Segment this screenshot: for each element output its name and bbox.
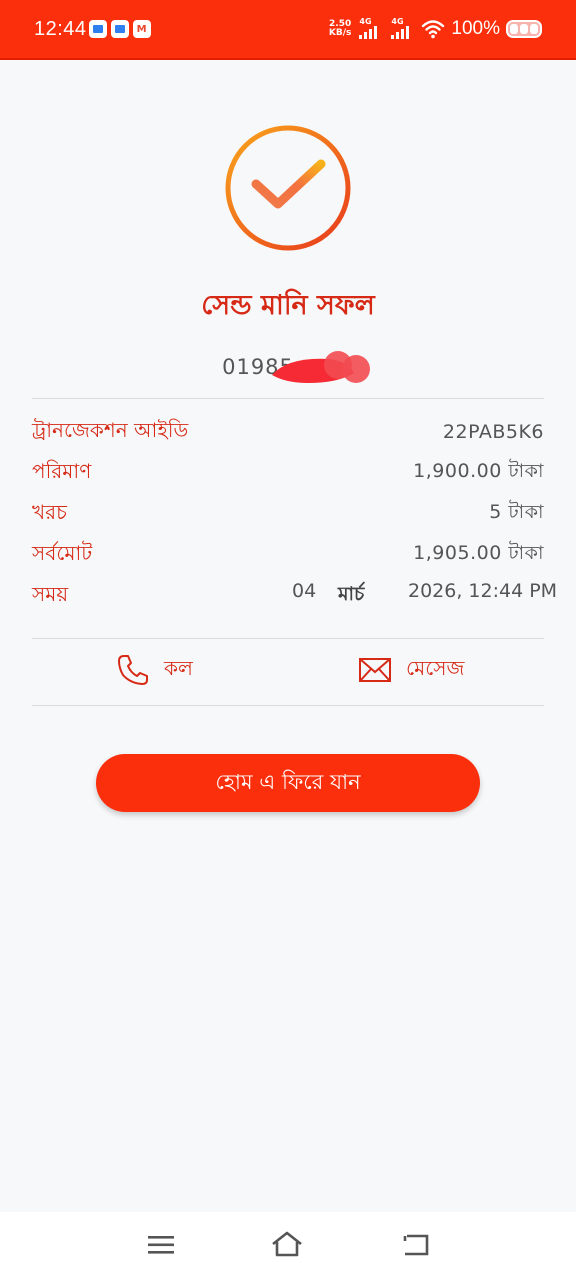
redaction-mark: [272, 351, 370, 383]
transaction-time: 04 মার্চ 2026, 12:44 PM: [292, 580, 576, 612]
message-label: মেসেজ: [406, 655, 465, 680]
envelope-icon: [359, 658, 391, 682]
status-indicators: 2.50 KB/s 4G 4G 100%: [329, 17, 542, 41]
divider: [32, 638, 544, 639]
detail-value: 22PAB5K6: [442, 421, 544, 443]
message-button[interactable]: মেসেজ: [358, 653, 464, 687]
detail-label: খরচ: [32, 499, 67, 524]
detail-label: ট্রানজেকশন আইডি: [32, 417, 189, 442]
phone-icon: [118, 655, 148, 685]
time-month: মার্চ: [338, 583, 365, 605]
wifi-icon: [422, 20, 445, 39]
detail-label: সময়: [32, 581, 69, 606]
system-nav-bar: [0, 1212, 576, 1280]
time-rest: 2026, 12:44 PM: [408, 580, 558, 602]
battery-percent: 100%: [451, 18, 500, 39]
status-bar: 12:44 M 2.50 KB/s 4G 4G 100%: [0, 0, 576, 60]
recipient-number: 01985: [0, 351, 576, 383]
call-button[interactable]: কল: [116, 653, 193, 687]
notification-icons: M: [88, 20, 151, 38]
call-label: কল: [164, 655, 193, 680]
detail-row-time: সময় 04 মার্চ 2026, 12:44 PM: [32, 576, 557, 616]
home-icon[interactable]: [270, 1228, 304, 1262]
message-notification-icon: [110, 20, 129, 38]
sim2-signal-icon: 4G: [389, 17, 415, 41]
battery-icon: [506, 20, 542, 38]
sim1-signal-icon: 4G: [357, 17, 383, 41]
status-time: 12:44: [34, 17, 87, 40]
app-notification-icon: [88, 20, 107, 38]
detail-value: 1,900.00 টাকা: [413, 460, 544, 482]
time-day: 04: [292, 580, 317, 602]
gmail-icon: M: [132, 20, 151, 38]
detail-label: সর্বমোট: [32, 540, 93, 565]
checkmark-circle-icon: [225, 125, 351, 251]
menu-icon[interactable]: [144, 1228, 178, 1262]
sim1-label: 4G: [359, 17, 372, 26]
divider: [32, 705, 544, 706]
page-title: সেন্ড মানি সফল: [201, 290, 375, 321]
divider: [32, 398, 544, 399]
detail-row-total: সর্বমোট 1,905.00 টাকা: [32, 535, 544, 575]
network-speed-unit: KB/s: [328, 28, 352, 38]
detail-row-transaction-id: ট্রানজেকশন আইডি 22PAB5K6: [32, 412, 544, 452]
detail-value: 1,905.00 টাকা: [413, 542, 544, 564]
detail-value: 5 টাকা: [489, 501, 544, 523]
detail-label: পরিমাণ: [32, 458, 92, 483]
back-icon[interactable]: [399, 1228, 433, 1262]
sim2-label: 4G: [391, 17, 404, 26]
detail-row-charge: খরচ 5 টাকা: [32, 494, 544, 534]
go-home-button[interactable]: হোম এ ফিরে যান: [96, 754, 480, 812]
detail-row-amount: পরিমাণ 1,900.00 টাকা: [32, 453, 544, 493]
network-speed: 2.50 KB/s: [329, 20, 351, 38]
